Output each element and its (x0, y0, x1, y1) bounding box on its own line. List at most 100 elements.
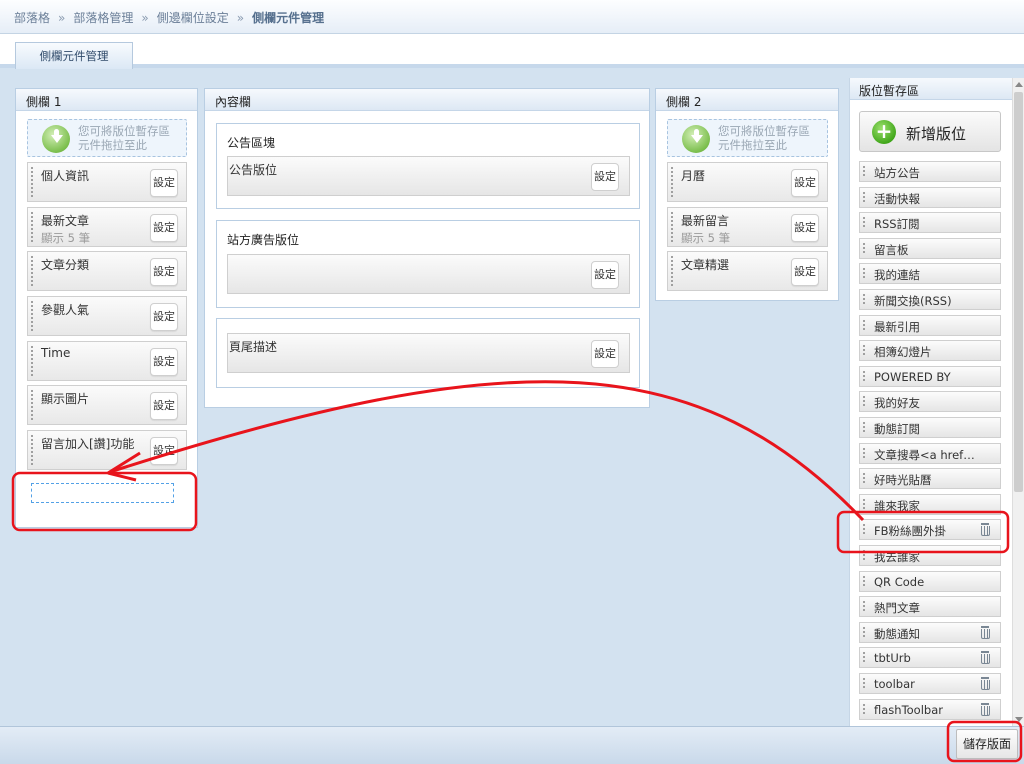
widget-calendar[interactable]: 月曆 設定 (667, 162, 828, 202)
drag-handle[interactable] (30, 389, 34, 421)
drag-handle[interactable] (862, 191, 866, 204)
storage-item[interactable]: 我的好友 (859, 391, 1001, 412)
scroll-up-icon[interactable] (1015, 82, 1023, 87)
trash-icon[interactable] (980, 703, 990, 716)
drag-handle[interactable] (862, 703, 866, 716)
drag-handle[interactable] (862, 242, 866, 255)
storage-item[interactable]: 動態通知 (859, 622, 1001, 643)
settings-button[interactable]: 設定 (591, 163, 619, 191)
storage-scrollbar[interactable] (1012, 78, 1024, 726)
storage-item[interactable]: 好時光貼曆 (859, 468, 1001, 489)
widget-featured-posts[interactable]: 文章精選 設定 (667, 251, 828, 291)
settings-button[interactable]: 設定 (150, 258, 178, 286)
settings-button[interactable]: 設定 (150, 392, 178, 420)
settings-button[interactable]: 設定 (150, 437, 178, 465)
drop-placeholder[interactable] (31, 483, 174, 503)
breadcrumb-item[interactable]: 部落格管理 (73, 11, 133, 25)
widget-visitor-count[interactable]: 參觀人氣 設定 (27, 296, 187, 336)
drag-handle[interactable] (30, 255, 34, 287)
storage-item[interactable]: toolbar (859, 673, 1001, 694)
storage-item[interactable]: 相簿幻燈片 (859, 340, 1001, 361)
scroll-down-icon[interactable] (1015, 717, 1023, 722)
drag-handle[interactable] (862, 344, 866, 357)
widget-recent-comments[interactable]: 最新留言 顯示 5 筆 設定 (667, 207, 828, 247)
storage-item[interactable]: 活動快報 (859, 187, 1001, 208)
drag-handle[interactable] (862, 472, 866, 485)
breadcrumb-item[interactable]: 側邊欄位設定 (157, 11, 229, 25)
storage-item[interactable]: 我去誰家 (859, 545, 1001, 566)
drag-handle[interactable] (862, 216, 866, 229)
settings-button[interactable]: 設定 (791, 169, 819, 197)
drag-handle[interactable] (30, 345, 34, 377)
drag-handle[interactable] (30, 166, 34, 198)
storage-item[interactable]: 熱門文章 (859, 596, 1001, 617)
drag-handle[interactable] (30, 300, 34, 332)
drag-handle[interactable] (862, 677, 866, 690)
settings-button[interactable]: 設定 (591, 340, 619, 368)
breadcrumb-item[interactable]: 部落格 (14, 11, 50, 25)
drag-handle[interactable] (862, 395, 866, 408)
sidebar-2-drop-zone[interactable]: 您可將版位暫存區 元件拖拉至此 (667, 119, 828, 157)
storage-item[interactable]: RSS訂閱 (859, 212, 1001, 233)
trash-icon[interactable] (980, 523, 990, 536)
add-widget-button[interactable]: + 新增版位 (859, 111, 1001, 152)
drag-handle[interactable] (862, 498, 866, 511)
settings-button[interactable]: 設定 (591, 261, 619, 289)
widget-ad-slot[interactable]: 設定 (227, 254, 630, 294)
storage-item[interactable]: flashToolbar (859, 699, 1001, 720)
storage-item[interactable]: tbtUrb (859, 647, 1001, 668)
trash-icon[interactable] (980, 626, 990, 639)
widget-announcement[interactable]: 公告版位 設定 (227, 156, 630, 196)
drag-handle[interactable] (862, 523, 866, 536)
settings-button[interactable]: 設定 (150, 169, 178, 197)
storage-item[interactable]: 最新引用 (859, 315, 1001, 336)
widget-profile[interactable]: 個人資訊 設定 (27, 162, 187, 202)
drag-handle[interactable] (862, 165, 866, 178)
storage-item[interactable]: POWERED BY (859, 366, 1001, 387)
drag-handle[interactable] (862, 651, 866, 664)
widget-footer-desc[interactable]: 頁尾描述 設定 (227, 333, 630, 373)
storage-item[interactable]: QR Code (859, 571, 1001, 592)
settings-button[interactable]: 設定 (150, 303, 178, 331)
storage-item[interactable]: 新聞交換(RSS) (859, 289, 1001, 310)
scroll-thumb[interactable] (1014, 92, 1023, 492)
storage-item[interactable]: 站方公告 (859, 161, 1001, 182)
drag-handle[interactable] (30, 211, 34, 243)
storage-item[interactable]: 我的連結 (859, 263, 1001, 284)
drag-handle[interactable] (862, 575, 866, 588)
sidebar-1-drop-zone[interactable]: 您可將版位暫存區 元件拖拉至此 (27, 119, 187, 157)
drag-handle[interactable] (862, 421, 866, 434)
storage-item[interactable]: 動態訂閱 (859, 417, 1001, 438)
widget-recent-posts[interactable]: 最新文章 顯示 5 筆 設定 (27, 207, 187, 247)
drag-handle[interactable] (862, 293, 866, 306)
drag-handle[interactable] (30, 434, 34, 466)
drag-handle[interactable] (862, 267, 866, 280)
drag-handle[interactable] (862, 370, 866, 383)
storage-item[interactable]: 誰來我家 (859, 494, 1001, 515)
settings-button[interactable]: 設定 (791, 214, 819, 242)
widget-time[interactable]: Time 設定 (27, 341, 187, 381)
settings-button[interactable]: 設定 (150, 214, 178, 242)
tab-sidebar-widget-manage[interactable]: 側欄元件管理 (15, 42, 133, 69)
drag-handle[interactable] (862, 549, 866, 562)
storage-item[interactable]: FB粉絲團外掛 (859, 519, 1001, 540)
save-layout-button[interactable]: 儲存版面 (956, 729, 1018, 759)
drag-handle[interactable] (670, 255, 674, 287)
widget-name: 文章精選 (681, 258, 730, 272)
settings-button[interactable]: 設定 (791, 258, 819, 286)
drag-handle[interactable] (862, 319, 866, 332)
drag-handle[interactable] (862, 600, 866, 613)
storage-item[interactable]: 留言板 (859, 238, 1001, 259)
drag-handle[interactable] (670, 166, 674, 198)
widget-like-comment[interactable]: 留言加入[讚]功能 設定 (27, 430, 187, 470)
drag-handle[interactable] (670, 211, 674, 243)
drag-handle[interactable] (862, 626, 866, 639)
storage-item-label: POWERED BY (874, 370, 951, 384)
settings-button[interactable]: 設定 (150, 348, 178, 376)
drag-handle[interactable] (862, 447, 866, 460)
trash-icon[interactable] (980, 677, 990, 690)
trash-icon[interactable] (980, 651, 990, 664)
widget-categories[interactable]: 文章分類 設定 (27, 251, 187, 291)
storage-item[interactable]: 文章搜尋<a href… (859, 443, 1001, 464)
widget-show-image[interactable]: 顯示圖片 設定 (27, 385, 187, 425)
